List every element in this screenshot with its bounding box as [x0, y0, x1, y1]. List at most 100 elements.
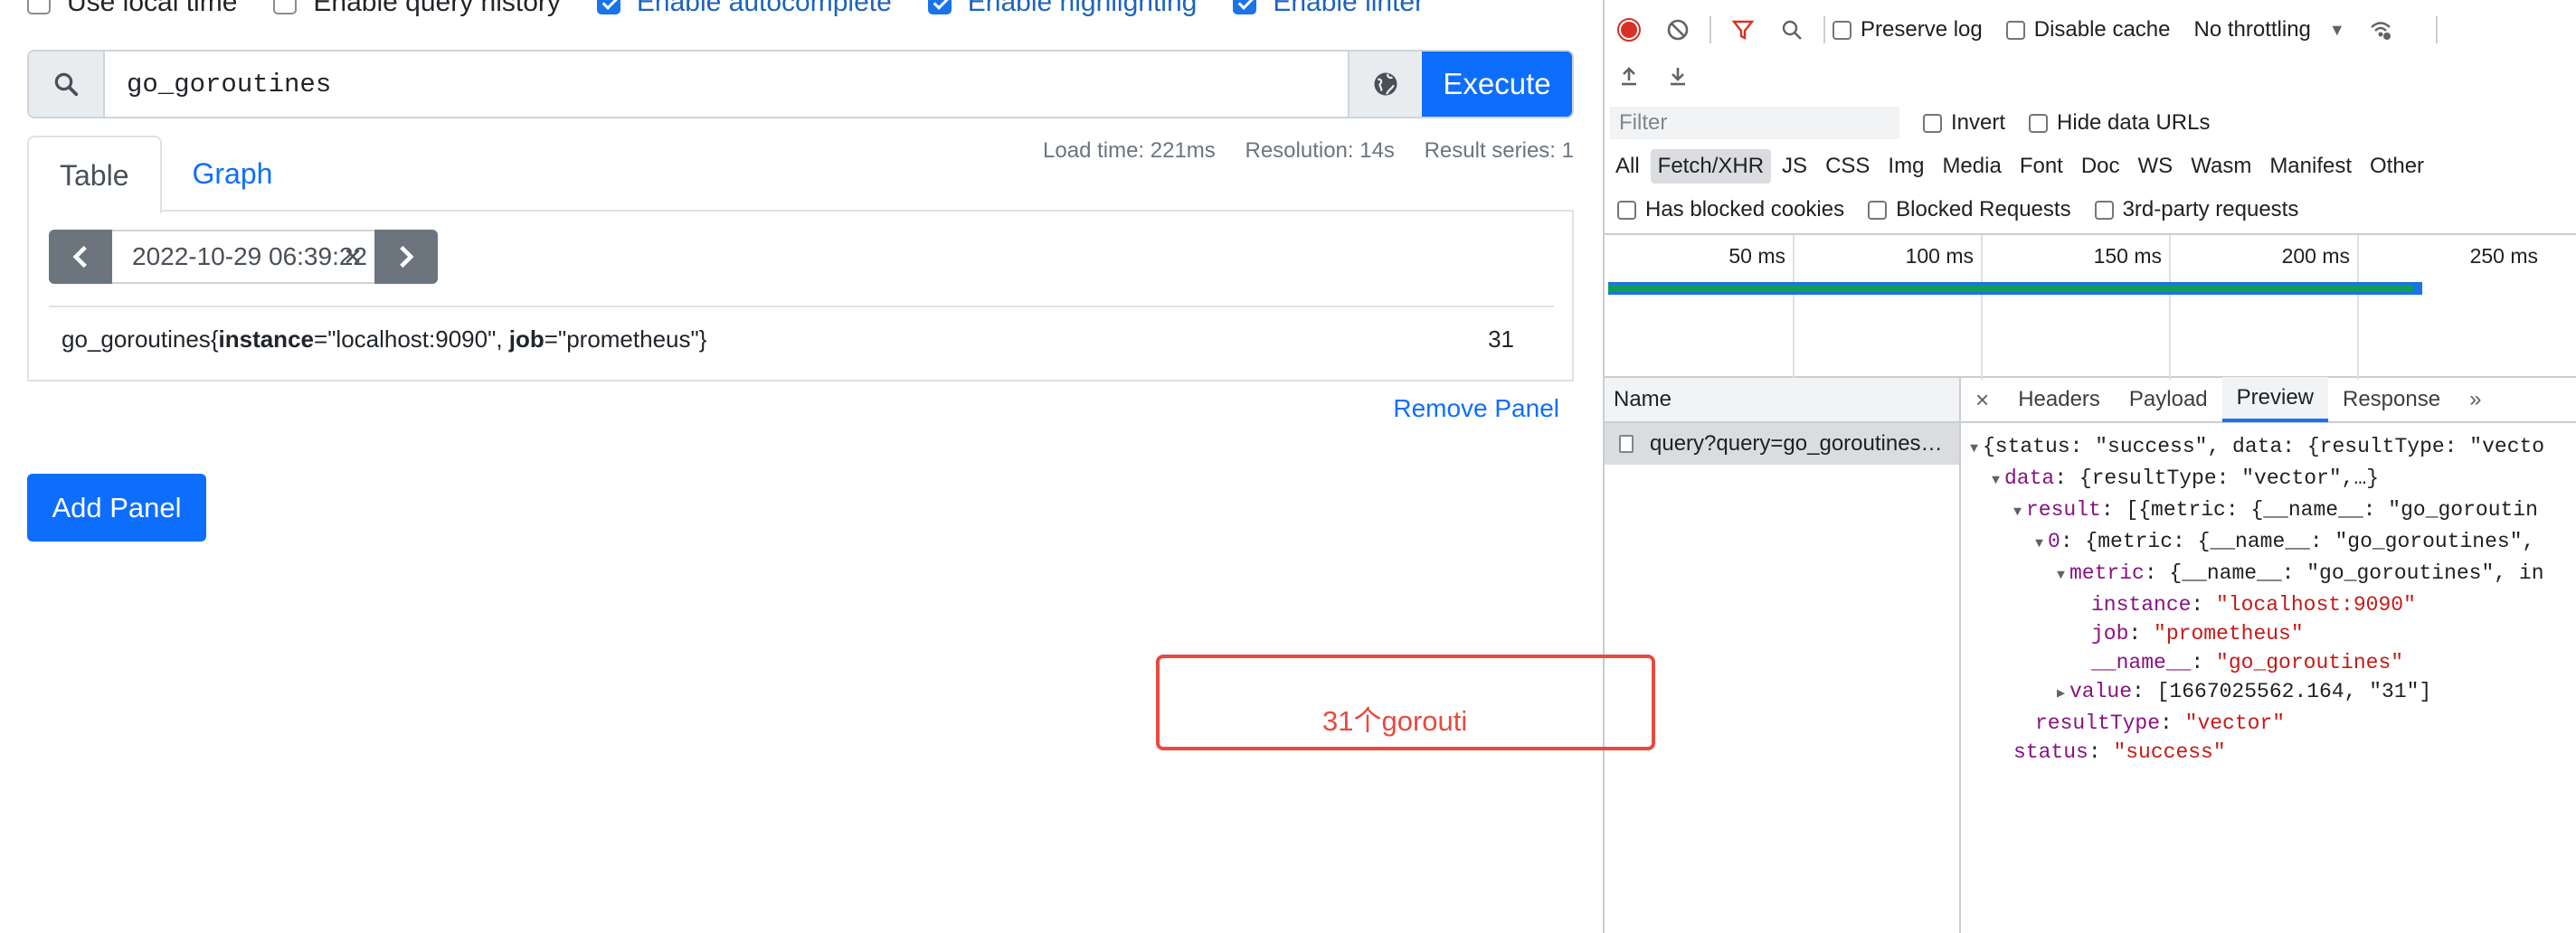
- checkbox[interactable]: [273, 0, 298, 14]
- export-har-icon[interactable]: [1666, 64, 1690, 88]
- timeline-label: 250 ms: [2469, 244, 2538, 268]
- expression-input[interactable]: go_goroutines: [105, 52, 1348, 117]
- type-filter-other[interactable]: Other: [2363, 149, 2431, 184]
- type-filter-js[interactable]: JS: [1775, 149, 1814, 184]
- preserve-log-checkbox[interactable]: Preserve log: [1833, 17, 1983, 42]
- series-value: 31: [1488, 325, 1514, 353]
- more-tabs-icon[interactable]: »: [2455, 377, 2496, 422]
- json-value[interactable]: ▶ value: [1667025562.164, "31"]: [1961, 677, 2544, 709]
- remove-panel-link[interactable]: Remove Panel: [1393, 394, 1559, 423]
- blocked-requests-checkbox[interactable]: Blocked Requests: [1868, 197, 2071, 222]
- name-column-header[interactable]: Name: [1605, 378, 1959, 423]
- type-filter-css[interactable]: CSS: [1818, 149, 1877, 184]
- expression-bar: go_goroutines Execute: [27, 50, 1574, 118]
- prev-time-button[interactable]: [49, 230, 112, 284]
- tab-response[interactable]: Response: [2328, 377, 2455, 422]
- json-result[interactable]: ▼ result: [{metric: {__name__: "go_gorout…: [1961, 495, 2544, 527]
- timeline-gridline: [1793, 235, 1795, 380]
- series-label: go_goroutines{instance="localhost:9090",…: [62, 325, 707, 353]
- tab-table[interactable]: Table: [27, 136, 162, 213]
- devtools-network-panel: Preserve log Disable cache No throttling…: [1603, 0, 2576, 933]
- timeline-label: 100 ms: [1905, 244, 1974, 268]
- type-filter-ws[interactable]: WS: [2131, 149, 2181, 184]
- filter-icon[interactable]: [1731, 18, 1755, 42]
- third-party-requests-checkbox[interactable]: 3rd-party requests: [2094, 197, 2298, 222]
- invert-checkbox[interactable]: Invert: [1923, 110, 2005, 136]
- type-filter-font[interactable]: Font: [2012, 149, 2070, 184]
- checkbox-checked[interactable]: [1233, 0, 1257, 14]
- timeline-label: 200 ms: [2281, 244, 2350, 268]
- checkbox[interactable]: [27, 0, 51, 14]
- type-filter-img[interactable]: Img: [1880, 149, 1931, 184]
- result-series: Result series: 1: [1424, 138, 1574, 163]
- chevron-left-icon: [72, 245, 87, 269]
- dropdown-arrow-icon: ▼: [2328, 20, 2345, 39]
- resource-type-filters: All Fetch/XHR JS CSS Img Media Font Doc …: [1608, 146, 2435, 186]
- clear-log-icon[interactable]: [1666, 18, 1690, 42]
- clear-icon[interactable]: ×: [344, 240, 362, 275]
- import-har-icon[interactable]: [1617, 64, 1641, 88]
- type-filter-all[interactable]: All: [1608, 149, 1647, 184]
- tab-payload[interactable]: Payload: [2115, 377, 2222, 422]
- eval-time-input[interactable]: 2022-10-29 06:39:22 ×: [112, 230, 374, 284]
- has-blocked-cookies-checkbox[interactable]: Has blocked cookies: [1617, 197, 1844, 222]
- option-query-history[interactable]: Enable query history: [273, 0, 561, 18]
- json-data[interactable]: ▼ data: {resultType: "vector",…}: [1961, 464, 2544, 495]
- tab-graph[interactable]: Graph: [162, 136, 304, 212]
- table-row: go_goroutines{instance="localhost:9090",…: [49, 306, 1554, 371]
- tab-headers[interactable]: Headers: [2003, 377, 2115, 422]
- timeline-label: 150 ms: [2093, 244, 2162, 268]
- timeline-gridline: [1981, 235, 1983, 380]
- json-item-0[interactable]: ▼ 0: {metric: {__name__: "go_goroutines",: [1961, 527, 2544, 559]
- json-preview: ▼ {status: "success", data: {resultType: …: [1961, 432, 2544, 767]
- option-linter[interactable]: Enable linter: [1233, 0, 1424, 18]
- type-filter-media[interactable]: Media: [1935, 149, 2008, 184]
- annotation-text: 31个gorouti: [1322, 705, 1468, 737]
- type-filter-wasm[interactable]: Wasm: [2183, 149, 2259, 184]
- prometheus-ui: Use local time Enable query history Enab…: [0, 0, 1603, 933]
- resolution: Resolution: 14s: [1245, 138, 1395, 163]
- timeline-gridline: [2169, 235, 2171, 380]
- add-panel-button[interactable]: Add Panel: [27, 474, 206, 542]
- type-filter-doc[interactable]: Doc: [2074, 149, 2127, 184]
- tab-preview[interactable]: Preview: [2221, 377, 2328, 422]
- details-tabs: × Headers Payload Preview Response »: [1961, 377, 2576, 423]
- checkbox-checked[interactable]: [596, 0, 620, 14]
- close-icon[interactable]: ×: [1961, 377, 2003, 422]
- metrics-explorer-globe-icon[interactable]: [1348, 52, 1422, 117]
- filter-input[interactable]: Filter: [1610, 107, 1899, 139]
- checkbox-checked[interactable]: [927, 0, 952, 14]
- json-result-type: resultType: "vector": [2035, 712, 2286, 735]
- json-name: __name__: "go_goroutines": [2091, 651, 2404, 674]
- blocked-filters: Has blocked cookies Blocked Requests 3rd…: [1617, 190, 2322, 230]
- request-row[interactable]: query?query=go_goroutines…: [1605, 423, 1959, 465]
- timeline-gridline: [2357, 235, 2359, 380]
- execute-button[interactable]: Execute: [1422, 52, 1572, 117]
- next-time-button[interactable]: [374, 230, 438, 284]
- divider: [1709, 16, 1711, 43]
- network-toolbar: Preserve log Disable cache No throttling…: [1605, 7, 2576, 52]
- search-icon[interactable]: [1780, 18, 1804, 42]
- record-icon[interactable]: [1617, 18, 1641, 42]
- eval-time-picker: 2022-10-29 06:39:22 ×: [49, 230, 438, 284]
- type-filter-manifest[interactable]: Manifest: [2262, 149, 2359, 184]
- disable-cache-checkbox[interactable]: Disable cache: [2005, 17, 2170, 42]
- json-metric[interactable]: ▼ metric: {__name__: "go_goroutines", in: [1961, 559, 2544, 590]
- request-details: × Headers Payload Preview Response » ▼ {s…: [1961, 377, 2576, 933]
- request-timing-bar-inner: [1608, 285, 2413, 292]
- type-filter-fetch-xhr[interactable]: Fetch/XHR: [1650, 149, 1772, 184]
- json-job: job: "prometheus": [2091, 622, 2304, 646]
- query-options: Use local time Enable query history Enab…: [27, 0, 1460, 18]
- json-instance: instance: "localhost:9090": [2091, 593, 2416, 617]
- network-overview-timeline[interactable]: 50 ms 100 ms 150 ms 200 ms 250 ms: [1605, 233, 2576, 380]
- network-conditions-icon[interactable]: [2369, 18, 2392, 42]
- timeline-label: 50 ms: [1728, 244, 1785, 268]
- table-panel: 2022-10-29 06:39:22 × go_goroutines{inst…: [27, 210, 1574, 382]
- option-use-local-time[interactable]: Use local time: [27, 0, 237, 18]
- hide-data-urls-checkbox[interactable]: Hide data URLs: [2029, 110, 2210, 136]
- panel-tabs: Table Graph: [27, 136, 304, 213]
- option-autocomplete[interactable]: Enable autocomplete: [596, 0, 892, 18]
- option-highlighting[interactable]: Enable highlighting: [927, 0, 1197, 18]
- throttling-select[interactable]: No throttling ▼: [2193, 17, 2344, 42]
- json-root[interactable]: ▼ {status: "success", data: {resultType: …: [1961, 432, 2544, 464]
